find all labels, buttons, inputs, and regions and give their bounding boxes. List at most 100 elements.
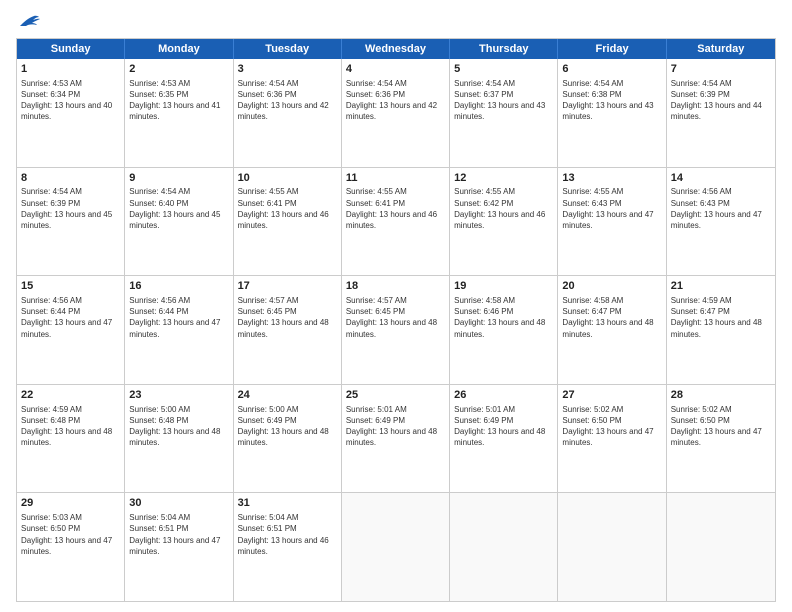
day-info: Sunrise: 4:55 AM Sunset: 6:42 PM Dayligh… <box>454 186 553 231</box>
day-header-wednesday: Wednesday <box>342 39 450 59</box>
day-number: 26 <box>454 388 553 403</box>
logo-bird-icon <box>18 12 40 30</box>
calendar-header: SundayMondayTuesdayWednesdayThursdayFrid… <box>17 39 775 59</box>
day-number: 22 <box>21 388 120 403</box>
calendar-day-24: 24Sunrise: 5:00 AM Sunset: 6:49 PM Dayli… <box>234 385 342 493</box>
calendar-week-1: 1Sunrise: 4:53 AM Sunset: 6:34 PM Daylig… <box>17 59 775 168</box>
day-info: Sunrise: 5:01 AM Sunset: 6:49 PM Dayligh… <box>346 404 445 449</box>
calendar-day-20: 20Sunrise: 4:58 AM Sunset: 6:47 PM Dayli… <box>558 276 666 384</box>
calendar-day-14: 14Sunrise: 4:56 AM Sunset: 6:43 PM Dayli… <box>667 168 775 276</box>
day-number: 21 <box>671 279 771 294</box>
day-number: 4 <box>346 62 445 77</box>
day-info: Sunrise: 4:58 AM Sunset: 6:46 PM Dayligh… <box>454 295 553 340</box>
calendar-day-25: 25Sunrise: 5:01 AM Sunset: 6:49 PM Dayli… <box>342 385 450 493</box>
calendar-day-13: 13Sunrise: 4:55 AM Sunset: 6:43 PM Dayli… <box>558 168 666 276</box>
day-info: Sunrise: 4:59 AM Sunset: 6:47 PM Dayligh… <box>671 295 771 340</box>
calendar: SundayMondayTuesdayWednesdayThursdayFrid… <box>16 38 776 602</box>
calendar-empty-cell <box>342 493 450 601</box>
calendar-day-31: 31Sunrise: 5:04 AM Sunset: 6:51 PM Dayli… <box>234 493 342 601</box>
day-header-saturday: Saturday <box>667 39 775 59</box>
calendar-day-28: 28Sunrise: 5:02 AM Sunset: 6:50 PM Dayli… <box>667 385 775 493</box>
day-info: Sunrise: 4:57 AM Sunset: 6:45 PM Dayligh… <box>238 295 337 340</box>
day-info: Sunrise: 5:03 AM Sunset: 6:50 PM Dayligh… <box>21 512 120 557</box>
day-header-thursday: Thursday <box>450 39 558 59</box>
calendar-empty-cell <box>558 493 666 601</box>
calendar-day-3: 3Sunrise: 4:54 AM Sunset: 6:36 PM Daylig… <box>234 59 342 167</box>
calendar-day-11: 11Sunrise: 4:55 AM Sunset: 6:41 PM Dayli… <box>342 168 450 276</box>
day-number: 23 <box>129 388 228 403</box>
day-info: Sunrise: 4:54 AM Sunset: 6:38 PM Dayligh… <box>562 78 661 123</box>
day-info: Sunrise: 5:04 AM Sunset: 6:51 PM Dayligh… <box>129 512 228 557</box>
day-number: 6 <box>562 62 661 77</box>
day-header-tuesday: Tuesday <box>234 39 342 59</box>
calendar-day-30: 30Sunrise: 5:04 AM Sunset: 6:51 PM Dayli… <box>125 493 233 601</box>
calendar-week-5: 29Sunrise: 5:03 AM Sunset: 6:50 PM Dayli… <box>17 493 775 601</box>
calendar-day-18: 18Sunrise: 4:57 AM Sunset: 6:45 PM Dayli… <box>342 276 450 384</box>
day-number: 24 <box>238 388 337 403</box>
calendar-empty-cell <box>667 493 775 601</box>
day-info: Sunrise: 4:53 AM Sunset: 6:34 PM Dayligh… <box>21 78 120 123</box>
calendar-day-22: 22Sunrise: 4:59 AM Sunset: 6:48 PM Dayli… <box>17 385 125 493</box>
day-number: 30 <box>129 496 228 511</box>
day-number: 10 <box>238 171 337 186</box>
day-number: 17 <box>238 279 337 294</box>
calendar-day-15: 15Sunrise: 4:56 AM Sunset: 6:44 PM Dayli… <box>17 276 125 384</box>
calendar-day-7: 7Sunrise: 4:54 AM Sunset: 6:39 PM Daylig… <box>667 59 775 167</box>
calendar-empty-cell <box>450 493 558 601</box>
calendar-day-6: 6Sunrise: 4:54 AM Sunset: 6:38 PM Daylig… <box>558 59 666 167</box>
day-number: 1 <box>21 62 120 77</box>
day-info: Sunrise: 5:02 AM Sunset: 6:50 PM Dayligh… <box>562 404 661 449</box>
day-info: Sunrise: 4:53 AM Sunset: 6:35 PM Dayligh… <box>129 78 228 123</box>
day-number: 15 <box>21 279 120 294</box>
day-number: 19 <box>454 279 553 294</box>
day-info: Sunrise: 4:54 AM Sunset: 6:40 PM Dayligh… <box>129 186 228 231</box>
day-info: Sunrise: 5:00 AM Sunset: 6:48 PM Dayligh… <box>129 404 228 449</box>
day-number: 11 <box>346 171 445 186</box>
day-number: 16 <box>129 279 228 294</box>
calendar-day-21: 21Sunrise: 4:59 AM Sunset: 6:47 PM Dayli… <box>667 276 775 384</box>
calendar-day-9: 9Sunrise: 4:54 AM Sunset: 6:40 PM Daylig… <box>125 168 233 276</box>
day-number: 20 <box>562 279 661 294</box>
calendar-day-23: 23Sunrise: 5:00 AM Sunset: 6:48 PM Dayli… <box>125 385 233 493</box>
day-info: Sunrise: 5:01 AM Sunset: 6:49 PM Dayligh… <box>454 404 553 449</box>
calendar-day-10: 10Sunrise: 4:55 AM Sunset: 6:41 PM Dayli… <box>234 168 342 276</box>
day-number: 27 <box>562 388 661 403</box>
day-info: Sunrise: 5:04 AM Sunset: 6:51 PM Dayligh… <box>238 512 337 557</box>
calendar-day-29: 29Sunrise: 5:03 AM Sunset: 6:50 PM Dayli… <box>17 493 125 601</box>
day-info: Sunrise: 4:54 AM Sunset: 6:36 PM Dayligh… <box>238 78 337 123</box>
day-info: Sunrise: 4:59 AM Sunset: 6:48 PM Dayligh… <box>21 404 120 449</box>
day-number: 3 <box>238 62 337 77</box>
calendar-day-5: 5Sunrise: 4:54 AM Sunset: 6:37 PM Daylig… <box>450 59 558 167</box>
day-header-monday: Monday <box>125 39 233 59</box>
day-info: Sunrise: 4:56 AM Sunset: 6:43 PM Dayligh… <box>671 186 771 231</box>
header <box>16 12 776 30</box>
calendar-day-2: 2Sunrise: 4:53 AM Sunset: 6:35 PM Daylig… <box>125 59 233 167</box>
day-info: Sunrise: 4:55 AM Sunset: 6:41 PM Dayligh… <box>346 186 445 231</box>
day-info: Sunrise: 4:54 AM Sunset: 6:37 PM Dayligh… <box>454 78 553 123</box>
day-info: Sunrise: 4:55 AM Sunset: 6:41 PM Dayligh… <box>238 186 337 231</box>
day-info: Sunrise: 5:02 AM Sunset: 6:50 PM Dayligh… <box>671 404 771 449</box>
calendar-day-19: 19Sunrise: 4:58 AM Sunset: 6:46 PM Dayli… <box>450 276 558 384</box>
calendar-body: 1Sunrise: 4:53 AM Sunset: 6:34 PM Daylig… <box>17 59 775 601</box>
day-number: 28 <box>671 388 771 403</box>
calendar-day-27: 27Sunrise: 5:02 AM Sunset: 6:50 PM Dayli… <box>558 385 666 493</box>
day-number: 31 <box>238 496 337 511</box>
day-number: 25 <box>346 388 445 403</box>
calendar-week-2: 8Sunrise: 4:54 AM Sunset: 6:39 PM Daylig… <box>17 168 775 277</box>
day-number: 13 <box>562 171 661 186</box>
day-info: Sunrise: 4:57 AM Sunset: 6:45 PM Dayligh… <box>346 295 445 340</box>
calendar-day-12: 12Sunrise: 4:55 AM Sunset: 6:42 PM Dayli… <box>450 168 558 276</box>
day-number: 5 <box>454 62 553 77</box>
logo <box>16 12 40 30</box>
day-number: 7 <box>671 62 771 77</box>
day-info: Sunrise: 4:56 AM Sunset: 6:44 PM Dayligh… <box>129 295 228 340</box>
day-number: 14 <box>671 171 771 186</box>
calendar-week-3: 15Sunrise: 4:56 AM Sunset: 6:44 PM Dayli… <box>17 276 775 385</box>
calendar-day-26: 26Sunrise: 5:01 AM Sunset: 6:49 PM Dayli… <box>450 385 558 493</box>
day-info: Sunrise: 4:56 AM Sunset: 6:44 PM Dayligh… <box>21 295 120 340</box>
day-number: 29 <box>21 496 120 511</box>
day-info: Sunrise: 4:58 AM Sunset: 6:47 PM Dayligh… <box>562 295 661 340</box>
day-info: Sunrise: 5:00 AM Sunset: 6:49 PM Dayligh… <box>238 404 337 449</box>
day-info: Sunrise: 4:54 AM Sunset: 6:39 PM Dayligh… <box>671 78 771 123</box>
calendar-day-1: 1Sunrise: 4:53 AM Sunset: 6:34 PM Daylig… <box>17 59 125 167</box>
